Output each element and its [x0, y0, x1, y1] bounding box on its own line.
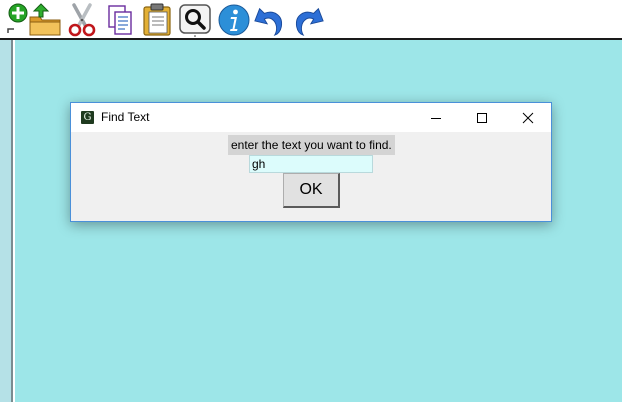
copy-icon [108, 5, 132, 35]
info-icon [218, 4, 250, 36]
info-button[interactable] [217, 2, 251, 38]
minimize-icon [431, 117, 441, 119]
ok-button[interactable]: OK [283, 173, 340, 208]
find-icon [179, 4, 211, 37]
find-text-dialog: G Find Text enter the text you want to f… [70, 102, 552, 222]
copy-button[interactable] [103, 2, 137, 38]
dialog-titlebar[interactable]: G Find Text [71, 103, 551, 132]
maximize-icon [477, 112, 487, 123]
app-window: G Find Text enter the text you want to f… [0, 0, 622, 402]
undo-icon [254, 7, 283, 36]
left-gutter [0, 40, 13, 402]
close-icon [522, 112, 534, 123]
open-folder-icon [29, 3, 61, 36]
close-button[interactable] [505, 103, 551, 132]
find-text-input[interactable] [249, 155, 373, 173]
redo-button[interactable] [291, 2, 325, 38]
cut-button[interactable] [65, 2, 99, 38]
paste-button[interactable] [140, 2, 174, 38]
cut-icon [68, 3, 96, 37]
dialog-title: Find Text [101, 110, 150, 124]
toolbar [0, 0, 622, 40]
minimize-button[interactable] [413, 103, 459, 132]
find-prompt-label: enter the text you want to find. [228, 135, 395, 155]
redo-icon [295, 7, 324, 36]
maximize-button[interactable] [459, 103, 505, 132]
open-button[interactable] [28, 2, 62, 38]
paste-icon [143, 3, 171, 36]
app-logo-icon: G [81, 111, 94, 124]
undo-button[interactable] [253, 2, 287, 38]
find-button[interactable] [178, 2, 212, 38]
